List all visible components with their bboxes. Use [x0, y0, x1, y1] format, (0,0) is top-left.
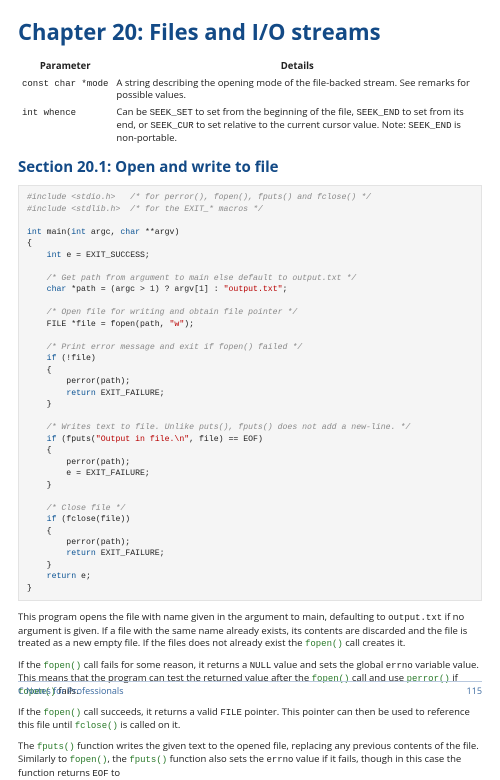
table-row: const char *mode A string describing the… — [18, 75, 482, 105]
footer-left: C Notes for Professionals — [18, 685, 123, 697]
parameter-table: Parameter Details const char *mode A str… — [18, 58, 482, 148]
cell-param: const char *mode — [18, 75, 112, 105]
footer-page-number: 115 — [467, 685, 482, 697]
cell-details: A string describing the opening mode of … — [112, 75, 482, 105]
table-row: int whence Can be SEEK_SET to set from t… — [18, 104, 482, 147]
section-title: Section 20.1: Open and write to file — [18, 157, 482, 177]
table-header-row: Parameter Details — [18, 58, 482, 75]
header-parameter: Parameter — [18, 58, 112, 75]
paragraph: If the fopen() call succeeds, it returns… — [18, 706, 482, 732]
cell-param: int whence — [18, 104, 112, 147]
code-block: #include <stdio.h> /* for perror(), fope… — [18, 185, 482, 601]
chapter-title: Chapter 20: Files and I/O streams — [18, 18, 482, 48]
cell-details: Can be SEEK_SET to set from the beginnin… — [112, 104, 482, 147]
paragraph: This program opens the file with name gi… — [18, 611, 482, 650]
paragraph: The fputs() function writes the given te… — [18, 740, 482, 779]
header-details: Details — [112, 58, 482, 75]
page-footer: C Notes for Professionals 115 — [18, 681, 482, 697]
